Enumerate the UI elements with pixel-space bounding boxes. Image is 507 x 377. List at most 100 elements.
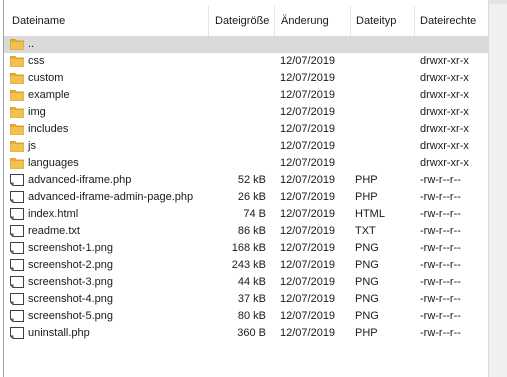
file-size: 37 kB (237, 293, 266, 305)
folder-row[interactable]: css 12/07/2019 drwxr-xr-x (4, 53, 488, 70)
file-icon (10, 174, 24, 186)
folder-icon (10, 107, 24, 118)
file-row[interactable]: readme.txt 86 kB 12/07/2019 TXT -rw-r--r-- (4, 223, 488, 240)
column-header-name[interactable]: Dateiname (6, 6, 202, 36)
folder-row[interactable]: languages 12/07/2019 drwxr-xr-x (4, 155, 488, 172)
file-permissions: drwxr-xr-x (420, 123, 469, 135)
file-size (204, 87, 266, 104)
file-permissions: -rw-r--r-- (420, 310, 461, 322)
file-icon (10, 310, 24, 322)
name-cell: advanced-iframe-admin-page.php (10, 189, 200, 206)
file-list: .. css 12/07/2019 drwxr-xr-x custom 12/07/201… (4, 36, 488, 342)
file-type: PNG (355, 293, 379, 305)
file-size: 86 kB (237, 225, 266, 237)
file-name: custom (28, 72, 64, 84)
file-permissions: -rw-r--r-- (420, 191, 461, 203)
folder-icon (10, 39, 24, 50)
name-cell: screenshot-2.png (10, 257, 200, 274)
name-cell: advanced-iframe.php (10, 172, 200, 189)
file-type: PHP (355, 191, 378, 203)
folder-row[interactable]: custom 12/07/2019 drwxr-xr-x (4, 70, 488, 87)
name-cell: css (10, 53, 200, 70)
file-size (204, 104, 266, 121)
modified-date: 12/07/2019 (280, 276, 336, 288)
file-name: js (28, 140, 36, 152)
file-size (204, 53, 266, 70)
file-size: 168 kB (231, 242, 266, 254)
file-row[interactable]: screenshot-5.png 80 kB 12/07/2019 PNG -rw-r-… (4, 308, 488, 325)
modified-date: 12/07/2019 (280, 293, 336, 305)
modified-date: 12/07/2019 (280, 123, 336, 135)
folder-row[interactable]: includes 12/07/2019 drwxr-xr-x (4, 121, 488, 138)
name-cell: languages (10, 155, 200, 172)
column-header-permissions[interactable]: Dateirechte (414, 6, 488, 36)
scrollbar-top[interactable] (489, 0, 507, 4)
name-cell: uninstall.php (10, 325, 200, 342)
name-cell: includes (10, 121, 200, 138)
file-row[interactable]: screenshot-3.png 44 kB 12/07/2019 PNG -rw-r-… (4, 274, 488, 291)
column-header-type[interactable]: Dateityp (350, 6, 414, 36)
file-size (204, 121, 266, 138)
file-size (204, 155, 266, 172)
modified-date: 12/07/2019 (280, 157, 336, 169)
modified-date: 12/07/2019 (280, 174, 336, 186)
file-icon (10, 327, 24, 339)
file-permissions: -rw-r--r-- (420, 174, 461, 186)
column-header-size[interactable]: Dateigröße (209, 6, 275, 36)
file-permissions: -rw-r--r-- (420, 276, 461, 288)
file-name: advanced-iframe-admin-page.php (28, 191, 194, 203)
name-cell: custom (10, 70, 200, 87)
file-type: TXT (355, 225, 376, 237)
modified-date (280, 36, 350, 53)
folder-row[interactable]: example 12/07/2019 drwxr-xr-x (4, 87, 488, 104)
name-cell: screenshot-4.png (10, 291, 200, 308)
folder-icon (10, 158, 24, 169)
file-permissions: drwxr-xr-x (420, 106, 469, 118)
file-size: 52 kB (237, 174, 266, 186)
modified-date: 12/07/2019 (280, 242, 336, 254)
file-row[interactable]: advanced-iframe-admin-page.php 26 kB 12/07… (4, 189, 488, 206)
file-name: screenshot-3.png (28, 276, 113, 288)
folder-row[interactable]: img 12/07/2019 drwxr-xr-x (4, 104, 488, 121)
file-name: example (28, 89, 70, 101)
folder-icon (10, 73, 24, 84)
folder-icon (10, 141, 24, 152)
file-row[interactable]: advanced-iframe.php 52 kB 12/07/2019 PHP -rw… (4, 172, 488, 189)
file-name: img (28, 106, 46, 118)
file-icon (10, 293, 24, 305)
file-row[interactable]: screenshot-4.png 37 kB 12/07/2019 PNG -rw-r-… (4, 291, 488, 308)
file-icon (10, 242, 24, 254)
file-permissions: -rw-r--r-- (420, 259, 461, 271)
vertical-scrollbar[interactable] (489, 0, 507, 377)
file-row[interactable]: screenshot-1.png 168 kB 12/07/2019 PNG -rw-r… (4, 240, 488, 257)
file-permissions (420, 36, 486, 53)
file-permissions: drwxr-xr-x (420, 72, 469, 84)
file-type: PNG (355, 310, 379, 322)
folder-row[interactable]: js 12/07/2019 drwxr-xr-x (4, 138, 488, 155)
modified-date: 12/07/2019 (280, 72, 336, 84)
folder-icon (10, 56, 24, 67)
file-row[interactable]: uninstall.php 360 B 12/07/2019 PHP -rw-r--r-… (4, 325, 488, 342)
file-size (204, 36, 266, 53)
file-name: uninstall.php (28, 327, 90, 339)
file-icon (10, 225, 24, 237)
file-type (355, 70, 413, 87)
file-permissions: -rw-r--r-- (420, 208, 461, 220)
folder-row[interactable]: .. (4, 36, 488, 53)
file-permissions: -rw-r--r-- (420, 225, 461, 237)
column-header-modified[interactable]: Änderung (275, 6, 351, 36)
file-row[interactable]: screenshot-2.png 243 kB 12/07/2019 PNG -rw-r… (4, 257, 488, 274)
modified-date: 12/07/2019 (280, 106, 336, 118)
folder-icon (10, 90, 24, 101)
file-row[interactable]: index.html 74 B 12/07/2019 HTML -rw-r--r-- (4, 206, 488, 223)
name-cell: readme.txt (10, 223, 200, 240)
modified-date: 12/07/2019 (280, 259, 336, 271)
file-name: screenshot-1.png (28, 242, 113, 254)
file-name: css (28, 55, 45, 67)
file-permissions: drwxr-xr-x (420, 55, 469, 67)
file-type (355, 87, 413, 104)
file-type (355, 104, 413, 121)
file-permissions: -rw-r--r-- (420, 242, 461, 254)
file-permissions: drwxr-xr-x (420, 157, 469, 169)
modified-date: 12/07/2019 (280, 140, 336, 152)
